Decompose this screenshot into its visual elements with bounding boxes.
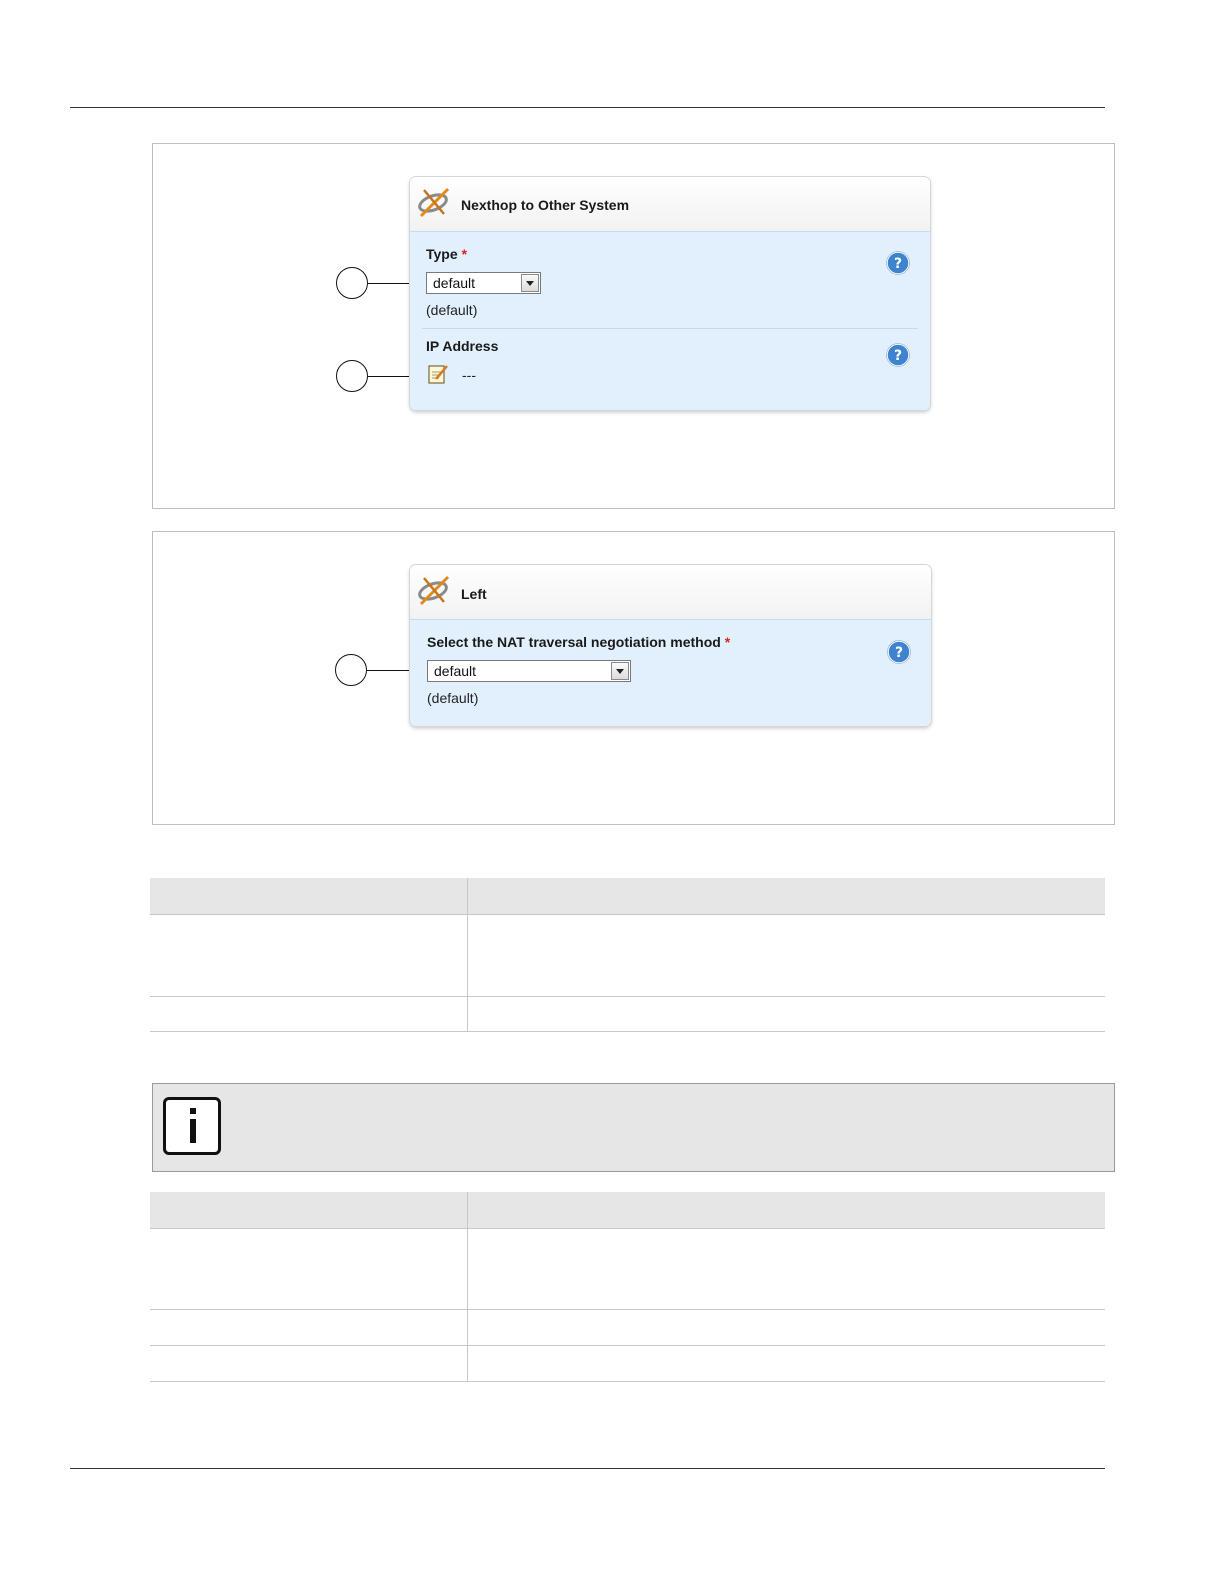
header-rule (70, 107, 1105, 108)
nat-method-select-value: default (434, 663, 477, 679)
svg-text:?: ? (895, 645, 903, 661)
type-select-value: default (433, 275, 476, 291)
nat-method-default-note: (default) (427, 690, 479, 706)
panel-body: Select the NAT traversal negotiation met… (410, 620, 931, 726)
chevron-down-icon[interactable] (611, 662, 629, 680)
help-icon[interactable]: ? (886, 343, 910, 367)
info-icon (163, 1097, 221, 1155)
chevron-down-icon[interactable] (521, 274, 539, 292)
callout-table-1 (150, 878, 1105, 1032)
panel-body: Type * default (default) ? IP Address --- (410, 232, 930, 410)
table-row (150, 1309, 1105, 1346)
help-icon[interactable]: ? (886, 251, 910, 275)
field-divider (422, 328, 918, 329)
type-default-note: (default) (426, 302, 478, 318)
table-header-row (150, 1192, 1105, 1229)
edit-icon[interactable] (427, 363, 449, 385)
callout-1 (335, 654, 367, 686)
type-select[interactable]: default (426, 272, 541, 294)
footer-rule (70, 1468, 1105, 1469)
required-marker: * (461, 246, 468, 262)
panel-header: Nexthop to Other System (410, 177, 930, 232)
satellite-tools-icon (418, 187, 450, 218)
panel-title: Left (461, 586, 487, 602)
required-marker: * (724, 634, 731, 650)
table-row (150, 1228, 1105, 1310)
type-label: Type * (426, 246, 468, 262)
satellite-tools-icon (418, 575, 450, 606)
left-panel: Left Select the NAT traversal negotiatio… (410, 565, 931, 726)
table-row (150, 1345, 1105, 1382)
figure-left: Left Select the NAT traversal negotiatio… (152, 531, 1115, 825)
nat-method-label: Select the NAT traversal negotiation met… (427, 634, 731, 650)
note-box (152, 1083, 1115, 1172)
svg-text:?: ? (894, 348, 902, 364)
svg-text:?: ? (894, 256, 902, 272)
table-row (150, 996, 1105, 1032)
nat-method-select[interactable]: default (427, 660, 631, 682)
callout-2 (336, 360, 368, 392)
table-header-row (150, 878, 1105, 915)
figure-nexthop: Nexthop to Other System Type * default (d… (152, 143, 1115, 509)
panel-header: Left (410, 565, 931, 620)
callout-1 (336, 267, 368, 299)
nexthop-panel: Nexthop to Other System Type * default (d… (410, 177, 930, 410)
callout-table-2 (150, 1192, 1105, 1382)
ip-address-label: IP Address (426, 338, 499, 354)
ip-address-value: --- (462, 367, 476, 383)
panel-title: Nexthop to Other System (461, 197, 630, 213)
help-icon[interactable]: ? (887, 640, 911, 664)
table-row (150, 914, 1105, 997)
